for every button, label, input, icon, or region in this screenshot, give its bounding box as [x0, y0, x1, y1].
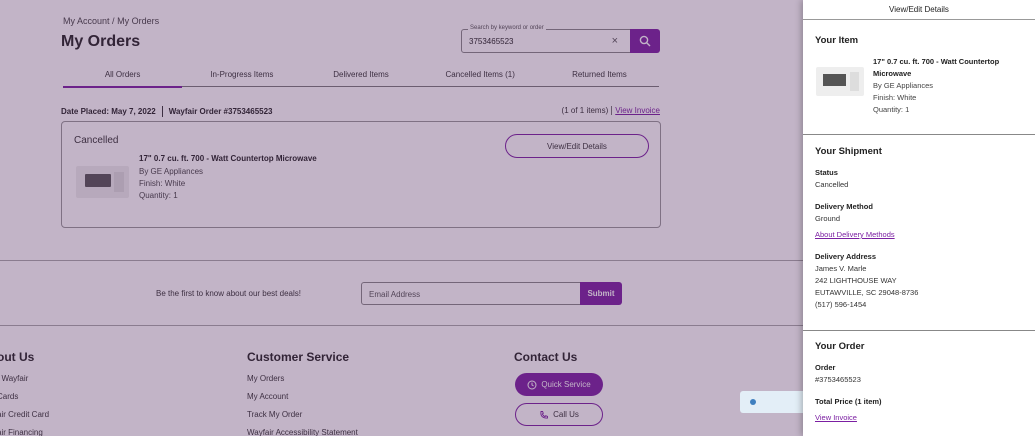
about-delivery-methods-link[interactable]: About Delivery Methods — [815, 230, 895, 239]
toast-dot-icon — [750, 399, 756, 405]
drawer-divider — [803, 134, 1035, 135]
microwave-panel — [850, 72, 859, 91]
your-item-heading: Your Item — [815, 35, 859, 46]
drawer-view-invoice-link[interactable]: View Invoice — [815, 413, 857, 422]
address-line: 242 LIGHTHOUSE WAY — [815, 276, 897, 285]
your-order-heading: Your Order — [815, 341, 865, 352]
order-value: #3753465523 — [815, 375, 861, 384]
address-line: EUTAWVILLE, SC 29048-8736 — [815, 288, 919, 297]
delivery-method-label: Delivery Method — [815, 202, 873, 211]
modal-overlay[interactable] — [0, 0, 803, 436]
drawer-microwave-image — [816, 67, 864, 96]
drawer-item-brand: By GE Appliances — [873, 81, 934, 90]
delivery-address-label: Delivery Address — [815, 252, 877, 261]
drawer-divider — [803, 330, 1035, 331]
address-phone: (517) 596-1454 — [815, 300, 867, 309]
microwave-window — [823, 74, 846, 86]
drawer-title: View/Edit Details — [803, 0, 1035, 20]
drawer-item-finish: Finish: White — [873, 93, 917, 102]
status-value: Cancelled — [815, 180, 849, 189]
total-price-label: Total Price (1 item) — [815, 397, 882, 406]
status-label: Status — [815, 168, 838, 177]
drawer-item-name: 17" 0.7 cu. ft. 700 - Watt Countertop — [873, 57, 1000, 66]
address-line: James V. Marle — [815, 264, 867, 273]
details-drawer: View/Edit Details Your Item 17" 0.7 cu. … — [803, 0, 1035, 436]
drawer-item-name-cont: Microwave — [873, 69, 912, 78]
your-shipment-heading: Your Shipment — [815, 146, 882, 157]
drawer-item-quantity: Quantity: 1 — [873, 105, 910, 114]
order-label: Order — [815, 363, 836, 372]
delivery-method-value: Ground — [815, 214, 841, 223]
